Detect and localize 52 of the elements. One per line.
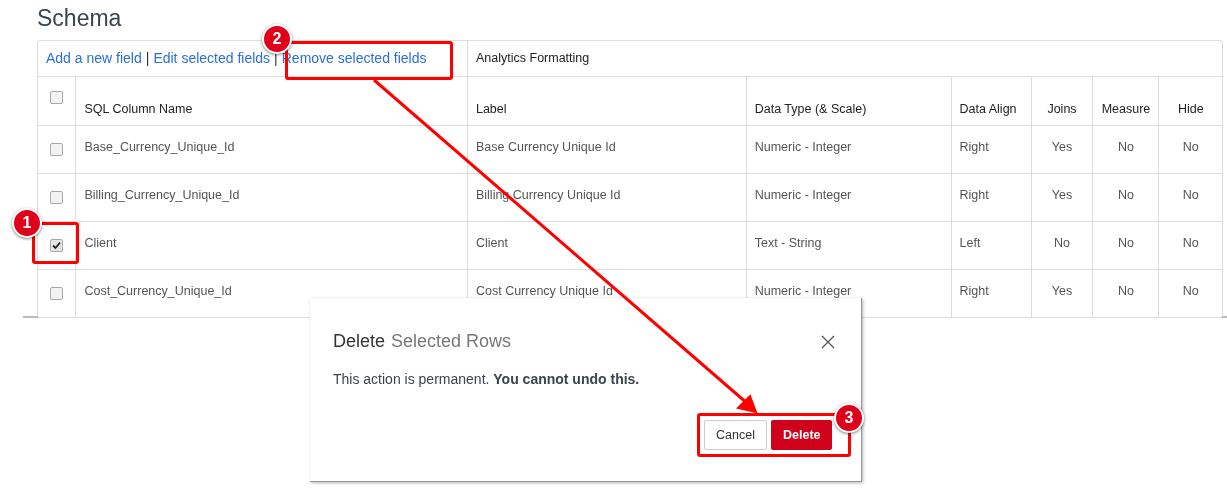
dialog-subtitle: Selected Rows <box>391 330 512 353</box>
table-cell: Client <box>475 235 508 250</box>
table-cell: Cost Currency Unique Id <box>475 283 613 298</box>
checkbox[interactable] <box>50 238 64 252</box>
column-header: SQL Column Name <box>84 102 193 117</box>
close-icon[interactable] <box>821 334 835 349</box>
table-cell: Right <box>959 283 989 298</box>
table-cell: Client <box>84 235 117 250</box>
column-header: Data Align <box>959 102 1017 117</box>
table-cell: No <box>1118 283 1134 298</box>
table-cell: No <box>1182 187 1199 202</box>
table-cell: No <box>1182 139 1199 154</box>
cancel-button[interactable]: Cancel <box>704 420 767 450</box>
table-cell: Left <box>959 235 981 250</box>
link-separator: | <box>145 49 150 68</box>
table-cell: Right <box>959 139 989 154</box>
table-cell: Billing_Currency_Unique_Id <box>84 187 240 202</box>
table-cell: No <box>1054 235 1070 250</box>
column-header: Hide <box>1177 102 1204 117</box>
column-header: Joins <box>1047 102 1077 117</box>
checkbox[interactable] <box>50 286 64 300</box>
table-cell: Yes <box>1051 187 1073 202</box>
page-title: Schema <box>37 4 122 32</box>
table-cell: Cost_Currency_Unique_Id <box>84 283 232 298</box>
column-header: Label <box>475 102 507 117</box>
dialog-message: This action is permanent. You cannot undo this. <box>332 370 640 389</box>
table-cell: No <box>1118 139 1134 154</box>
column-header: Measure <box>1101 102 1151 117</box>
checkbox[interactable] <box>50 190 64 204</box>
table-cell: No <box>1118 235 1134 250</box>
table-cell: Numeric - Integer <box>754 187 852 202</box>
table-cell: No <box>1182 235 1199 250</box>
table-cell: Yes <box>1051 283 1073 298</box>
table-cell: Text - String <box>754 235 822 250</box>
table-cell: Right <box>959 187 989 202</box>
table-cell: Yes <box>1051 139 1073 154</box>
dialog-title: Delete <box>333 330 386 353</box>
step-badge: 2 <box>262 24 292 54</box>
section-label: Analytics Formatting <box>476 50 590 68</box>
table-cell: Base Currency Unique Id <box>475 139 616 154</box>
toolbar-link[interactable]: Add a new field <box>46 48 142 69</box>
step-badge: 1 <box>12 208 42 238</box>
checkbox[interactable] <box>50 91 64 104</box>
checkbox[interactable] <box>50 142 64 156</box>
table-cell: No <box>1118 187 1134 202</box>
table-cell: Numeric - Integer <box>754 139 852 154</box>
delete-button[interactable]: Delete <box>771 420 832 450</box>
table-cell: Base_Currency_Unique_Id <box>84 139 235 154</box>
column-header: Data Type (& Scale) <box>754 102 867 117</box>
table-cell: No <box>1182 283 1199 298</box>
table-cell: Numeric - Integer <box>754 283 852 298</box>
checkmark-icon <box>52 240 62 250</box>
